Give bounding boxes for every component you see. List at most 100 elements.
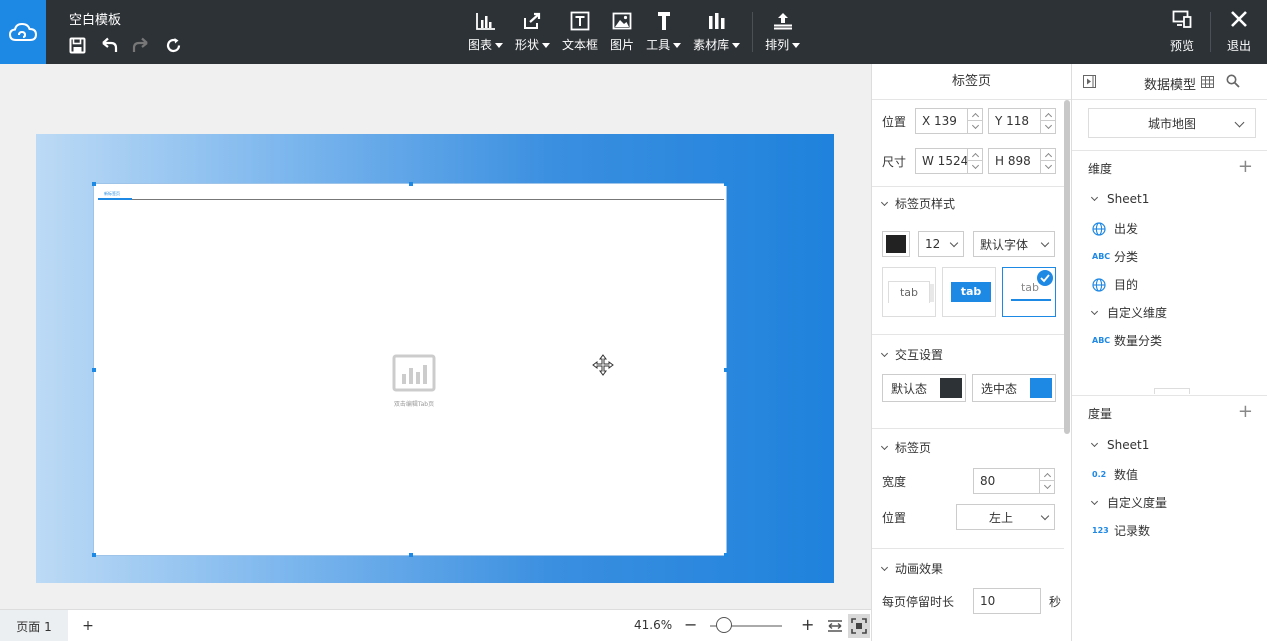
tab-position-row: 位置 左上 — [882, 504, 1055, 530]
document-title[interactable]: 空白模板 — [69, 9, 121, 28]
font-size-select[interactable]: 12 — [918, 231, 964, 257]
measure-field[interactable]: 123 记录数 — [1092, 522, 1150, 539]
number-type-icon: 0.2 — [1092, 470, 1107, 479]
preview-icon — [1172, 10, 1192, 31]
resize-handle[interactable] — [92, 553, 96, 557]
canvas-area[interactable]: 新标签页 双击编辑Tab页 — [0, 64, 871, 609]
measure-field[interactable]: 0.2 数值 — [1092, 466, 1138, 483]
tab-strip[interactable]: 新标签页 — [98, 188, 724, 200]
shape-icon — [522, 10, 544, 32]
redo-icon[interactable] — [132, 36, 150, 54]
chevron-down-icon — [1090, 307, 1099, 315]
tab-style-section[interactable]: 标签页样式 — [880, 195, 955, 212]
tab-label[interactable]: 新标签页 — [104, 191, 120, 197]
add-measure-button[interactable]: + — [1238, 401, 1253, 422]
fit-width-icon[interactable] — [826, 617, 844, 635]
tab-position-select[interactable]: 左上 — [956, 504, 1055, 530]
chevron-down-icon — [1234, 117, 1245, 128]
top-toolbar: 空白模板 图表 形状 文本框 图片 工具 素材库 排列 预览 退出 — [0, 0, 1267, 64]
tool-chart[interactable]: 图表 — [462, 10, 509, 53]
refresh-icon[interactable] — [164, 36, 182, 54]
tool-library[interactable]: 素材库 — [687, 10, 746, 53]
resize-handle[interactable] — [724, 368, 728, 372]
tool-tools[interactable]: 工具 — [640, 10, 687, 53]
panel-resize-grip[interactable] — [1154, 388, 1190, 394]
panel-scrollbar[interactable] — [1064, 100, 1070, 434]
tool-arrange[interactable]: 排列 — [759, 10, 806, 53]
dimension-group-custom[interactable]: 自定义维度 — [1090, 304, 1167, 321]
zoom-in-button[interactable]: + — [801, 615, 814, 634]
tab-style-row: 12 默认字体 — [882, 231, 1055, 257]
measure-group-sheet1[interactable]: Sheet1 — [1090, 438, 1149, 452]
dimension-field[interactable]: ABC 数量分类 — [1092, 332, 1162, 349]
data-source-select[interactable]: 城市地图 — [1088, 108, 1256, 138]
page-tab[interactable]: 页面 1 — [0, 610, 68, 641]
cloud-logo-icon[interactable] — [0, 0, 46, 64]
tool-textbox[interactable]: 文本框 — [556, 10, 604, 53]
tool-shape[interactable]: 形状 — [509, 10, 556, 53]
zoom-out-button[interactable]: − — [684, 615, 697, 634]
preview-button[interactable]: 预览 — [1154, 0, 1210, 64]
resize-handle[interactable] — [724, 553, 728, 557]
duration-input[interactable]: 10 — [973, 588, 1041, 614]
exit-button[interactable]: 退出 — [1211, 0, 1267, 64]
resize-handle[interactable] — [92, 368, 96, 372]
default-state-color[interactable]: 默认态 — [882, 374, 966, 402]
dashboard-board[interactable]: 新标签页 双击编辑Tab页 — [36, 134, 834, 583]
dimension-field[interactable]: ABC 分类 — [1092, 248, 1138, 265]
tab-page-section[interactable]: 标签页 — [880, 439, 931, 456]
fullscreen-icon[interactable] — [848, 614, 870, 638]
chevron-down-icon — [880, 198, 889, 206]
search-icon[interactable] — [1226, 74, 1240, 91]
undo-icon[interactable] — [100, 36, 118, 54]
position-x-input[interactable]: X 139 — [915, 108, 983, 134]
resize-handle[interactable] — [409, 553, 413, 557]
measure-heading: 度量 — [1088, 407, 1113, 421]
zoom-slider-handle[interactable] — [716, 617, 733, 633]
dimension-group-sheet1[interactable]: Sheet1 — [1090, 192, 1149, 206]
tab-style-option-2[interactable]: tab — [942, 267, 996, 317]
tab-style-option-1[interactable]: tab — [882, 267, 936, 317]
add-page-button[interactable]: + — [68, 610, 108, 641]
resize-handle[interactable] — [92, 182, 96, 186]
position-y-input[interactable]: Y 118 — [988, 108, 1056, 134]
tab-style-option-3[interactable]: tab — [1002, 267, 1056, 317]
text-type-icon: ABC — [1092, 252, 1111, 261]
dimension-field[interactable]: 出发 — [1092, 220, 1138, 237]
interaction-section[interactable]: 交互设置 — [880, 346, 943, 363]
collapse-panel-icon[interactable] — [1083, 75, 1096, 91]
table-icon[interactable] — [1201, 76, 1214, 91]
chevron-down-icon — [1090, 439, 1099, 448]
bar-chart-icon — [475, 10, 497, 32]
position-row: 位置 X 139 Y 118 — [882, 108, 1056, 134]
tab-widget[interactable]: 新标签页 双击编辑Tab页 — [92, 182, 728, 557]
selected-state-color[interactable]: 选中态 — [972, 374, 1056, 402]
chevron-down-icon — [880, 442, 889, 450]
tab-width-row: 宽度 80 — [882, 468, 1055, 494]
duration-row: 每页停留时长 10 秒 — [882, 588, 1061, 614]
placeholder-text: 双击编辑Tab页 — [393, 401, 435, 408]
size-h-input[interactable]: H 898 — [988, 148, 1056, 174]
tool-image[interactable]: 图片 — [604, 10, 640, 53]
resize-handle[interactable] — [409, 182, 413, 186]
resize-handle[interactable] — [724, 182, 728, 186]
add-dimension-button[interactable]: + — [1238, 156, 1253, 177]
data-model-title: 数据模型 — [1144, 78, 1197, 93]
number-type-icon: 123 — [1092, 526, 1109, 535]
dimension-field[interactable]: 目的 — [1092, 276, 1138, 293]
tool-icon — [653, 10, 675, 32]
animation-section[interactable]: 动画效果 — [880, 560, 943, 577]
save-icon[interactable] — [68, 36, 86, 54]
tab-width-input[interactable]: 80 — [973, 468, 1055, 494]
arrange-icon — [772, 10, 794, 32]
empty-placeholder[interactable]: 双击编辑Tab页 — [384, 354, 444, 408]
image-icon — [611, 10, 633, 32]
font-family-select[interactable]: 默认字体 — [973, 231, 1055, 257]
measure-group-custom[interactable]: 自定义度量 — [1090, 494, 1167, 511]
duration-unit: 秒 — [1049, 594, 1062, 609]
font-color-picker[interactable] — [882, 231, 910, 257]
data-model-panel: 数据模型 城市地图 维度 + Sheet1 出发 ABC 分类 目的 自定义维度 … — [1071, 64, 1267, 641]
dimension-heading: 维度 — [1088, 162, 1113, 176]
tab-width-label: 宽度 — [882, 474, 907, 489]
size-w-input[interactable]: W 1524 — [915, 148, 983, 174]
